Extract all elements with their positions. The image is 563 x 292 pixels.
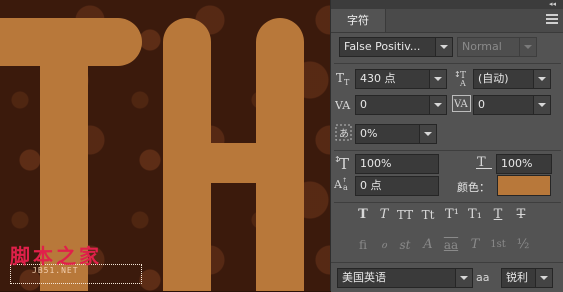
collapse-panel-icon[interactable]: ◂◂ <box>549 0 556 9</box>
panel-menu-icon[interactable] <box>546 14 558 26</box>
tracking-icon: VA <box>452 95 471 112</box>
chevron-down-icon[interactable] <box>419 125 436 143</box>
svg-text:VA: VA <box>335 99 351 112</box>
superscript-button[interactable]: T¹ <box>442 206 462 224</box>
language-value: 美国英语 <box>342 271 386 284</box>
svg-text:T: T <box>339 155 349 170</box>
watermark: 脚本之家 JB51.NET <box>6 238 156 288</box>
antialias-value: 锐利 <box>506 271 528 284</box>
chevron-down-icon[interactable] <box>435 38 452 56</box>
antialias-select[interactable]: 锐利 <box>501 268 553 288</box>
vertical-scale-icon: ↕ T <box>334 154 352 170</box>
color-label: 颜色： <box>457 181 490 194</box>
tab-character[interactable]: 字符 <box>331 9 386 32</box>
svg-text:A: A <box>459 79 466 87</box>
strikethrough-button[interactable]: T <box>511 206 531 224</box>
chevron-updown-icon[interactable] <box>535 269 552 287</box>
faux-italic-button[interactable]: T <box>374 206 394 224</box>
leading-icon: ↕ T A <box>453 69 471 87</box>
discretionary-ligatures-button[interactable]: ℴ <box>374 236 394 254</box>
kerning-input[interactable]: 0 <box>355 95 447 115</box>
horizontal-scale-input[interactable]: 100% <box>496 154 552 174</box>
antialias-icon: aa <box>476 271 490 284</box>
subscript-button[interactable]: T₁ <box>465 206 485 224</box>
divider <box>334 150 561 151</box>
font-size-input[interactable]: 430 点 <box>355 69 447 89</box>
tracking-value: 0 <box>478 98 485 111</box>
divider <box>334 63 561 64</box>
faux-bold-button[interactable]: T <box>353 206 373 224</box>
svg-text:VA: VA <box>453 99 469 110</box>
language-select[interactable]: 美国英语 <box>337 268 473 288</box>
svg-text:T: T <box>477 155 486 170</box>
baseline-shift-value: 0 点 <box>360 179 382 192</box>
chevron-down-icon[interactable] <box>429 70 446 88</box>
font-family-value: False Positiv... <box>344 40 421 53</box>
horizontal-scale-value: 100% <box>501 157 533 170</box>
kerning-icon: VA <box>335 96 353 112</box>
chevron-down-icon[interactable] <box>519 38 536 56</box>
tsume-value: 0% <box>360 127 378 140</box>
svg-text:T: T <box>336 71 344 85</box>
svg-text:a: a <box>343 183 348 192</box>
horizontal-scale-icon: T <box>475 154 493 170</box>
tracking-input[interactable]: 0 <box>473 95 551 115</box>
panel-tab-row: 字符 <box>331 9 563 33</box>
stylistic-alternates-button[interactable]: A <box>418 236 438 254</box>
divider <box>334 202 561 203</box>
small-caps-button[interactable]: Tt <box>418 206 438 224</box>
tsume-input[interactable]: 0% <box>355 124 437 144</box>
kerning-value: 0 <box>360 98 367 111</box>
panel-bottom-bar: 美国英语 aa 锐利 <box>331 262 563 292</box>
baseline-shift-icon: Aa ↑ <box>334 176 352 192</box>
svg-text:T: T <box>344 78 350 86</box>
chevron-updown-icon[interactable] <box>455 269 472 287</box>
baseline-shift-input[interactable]: 0 点 <box>355 176 439 196</box>
all-caps-button[interactable]: TT <box>395 206 415 224</box>
character-panel: ◂◂ 字符 False Positiv... Normal TT 430 点 ↕… <box>330 0 563 292</box>
text-color-swatch[interactable] <box>497 175 551 196</box>
vertical-scale-input[interactable]: 100% <box>355 154 439 174</box>
titling-alternates-button[interactable]: aa <box>441 236 461 254</box>
underline-button[interactable]: T <box>488 206 508 224</box>
svg-text:あ: あ <box>339 128 349 140</box>
leading-input[interactable]: (自动) <box>473 69 551 89</box>
fractions-button[interactable]: ½ <box>513 236 533 254</box>
watermark-url: JB51.NET <box>32 266 79 275</box>
chevron-down-icon[interactable] <box>533 70 550 88</box>
chevron-down-icon[interactable] <box>429 96 446 114</box>
swash-button[interactable]: st <box>395 236 415 254</box>
chevron-down-icon[interactable] <box>533 96 550 114</box>
font-family-select[interactable]: False Positiv... <box>339 37 453 57</box>
tsume-icon: あ <box>335 124 352 141</box>
font-style-value: Normal <box>462 40 502 53</box>
ornaments-button[interactable]: T <box>465 236 485 254</box>
ordinals-button[interactable]: 1st <box>488 236 508 254</box>
letter-h-crossbar <box>190 143 280 183</box>
document-canvas[interactable]: 脚本之家 JB51.NET <box>0 0 330 291</box>
font-style-select[interactable]: Normal <box>457 37 537 57</box>
font-size-icon: TT <box>336 70 352 86</box>
leading-value: (自动) <box>478 72 509 85</box>
font-size-value: 430 点 <box>360 72 396 85</box>
watermark-title: 脚本之家 <box>10 244 102 268</box>
panel-titlebar[interactable]: ◂◂ <box>331 0 563 9</box>
vertical-scale-value: 100% <box>360 157 392 170</box>
ligatures-button[interactable]: fi <box>353 236 373 254</box>
svg-text:↑: ↑ <box>342 177 347 184</box>
